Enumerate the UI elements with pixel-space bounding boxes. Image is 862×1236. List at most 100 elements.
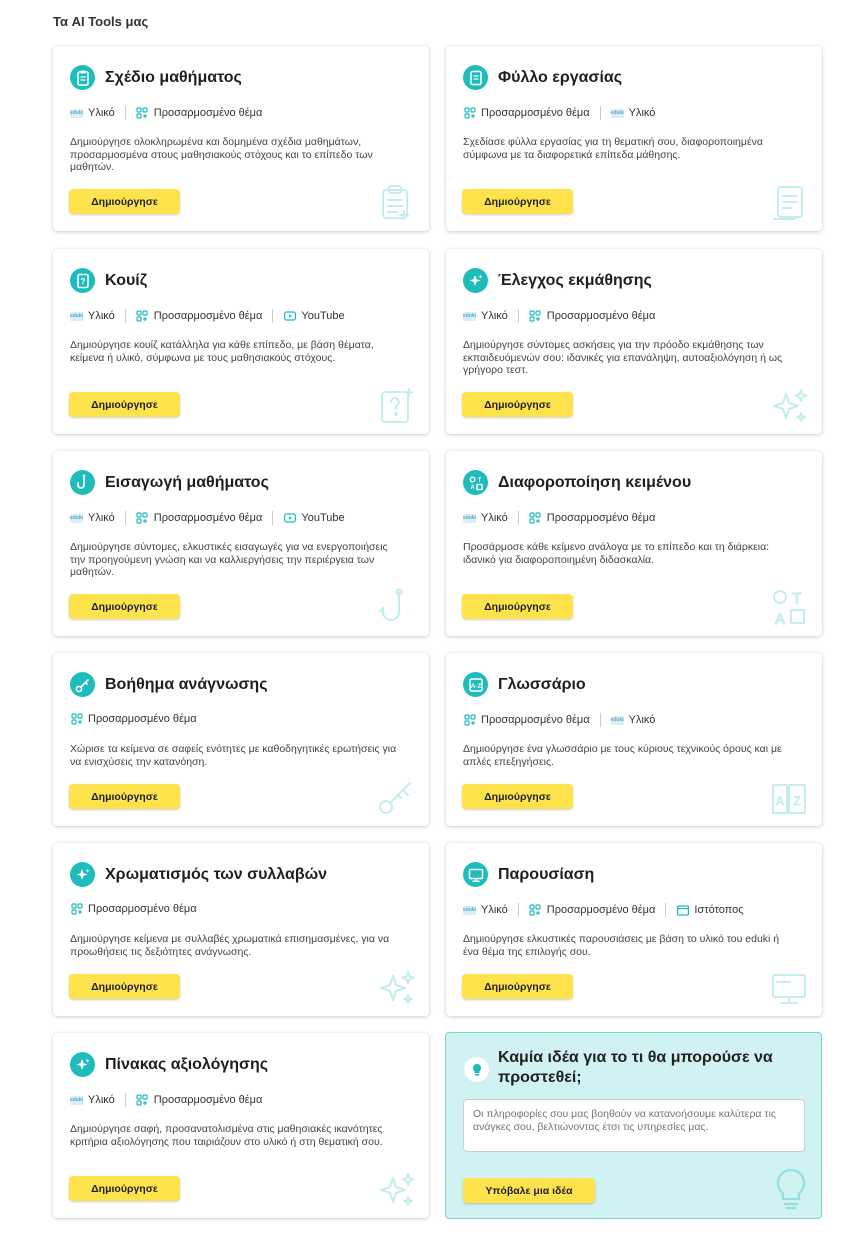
create-button[interactable]: Δημιούργησε	[69, 1176, 180, 1201]
website-tag: Ιστότοπος	[676, 904, 744, 916]
svg-text:A-Z: A-Z	[470, 683, 481, 690]
svg-text:T: T	[792, 590, 801, 607]
create-button[interactable]: Δημιούργησε	[462, 974, 573, 999]
custom-topic-tag: Προσαρμοσμένο θέμα	[463, 107, 590, 119]
custom-topic-icon	[463, 714, 476, 726]
tag-divider	[517, 309, 519, 323]
create-button[interactable]: Δημιούργησε	[462, 189, 573, 214]
submit-idea-button[interactable]: Υπόβαλε μια ιδέα	[463, 1178, 595, 1203]
glossary-icon: A-Z	[463, 672, 488, 697]
monitor-bg-icon	[772, 974, 806, 1004]
tool-card-3: ? Κουίζ eduki Υλικό Προσαρμοσμένο θέμα YouTub…	[53, 249, 429, 434]
tag-list: Προσαρμοσμένο θέμα	[70, 713, 197, 725]
tag-divider	[517, 511, 519, 525]
tag-label: Ιστότοπος	[694, 904, 744, 916]
clipboard-bg-icon	[382, 185, 409, 220]
lightbulb-bg-icon	[776, 1168, 806, 1210]
card-description: Χώρισε τα κείμενα σε σαφείς ενότητες με …	[70, 743, 397, 768]
create-button[interactable]: Δημιούργησε	[69, 784, 180, 809]
card-header: Χρωματισμός των συλλαβών	[70, 862, 327, 887]
card-description: Προσάρμοσε κάθε κείμενο ανάλογα με το επ…	[463, 541, 770, 566]
worksheet-icon	[463, 65, 488, 90]
eduki-icon: eduki	[69, 108, 84, 118]
svg-text:T: T	[477, 478, 481, 484]
create-button[interactable]: Δημιούργησε	[462, 594, 573, 619]
card-header: Έλεγχος εκμάθησης	[463, 268, 652, 293]
card-description: Δημιούργησε κείμενα με συλλαβές χρωματικ…	[70, 933, 390, 958]
card-description: Δημιούργησε ένα γλωσσάριο με τους κύριου…	[463, 743, 782, 768]
create-button[interactable]: Δημιούργησε	[462, 392, 573, 417]
card-header: T A Διαφοροποίηση κειμένου	[463, 470, 691, 495]
svg-text:A: A	[470, 485, 475, 491]
card-title: Έλεγχος εκμάθησης	[498, 271, 652, 289]
custom-topic-tag: Προσαρμοσμένο θέμα	[529, 512, 655, 524]
material-tag: eduki Υλικό	[69, 1094, 115, 1106]
create-button[interactable]: Δημιούργησε	[69, 189, 180, 214]
shapes-icon: TA	[463, 470, 488, 495]
custom-topic-icon	[70, 903, 83, 915]
card-title: Γλωσσάριο	[498, 675, 586, 693]
eduki-icon: eduki	[610, 715, 624, 725]
material-tag: eduki Υλικό	[610, 714, 655, 726]
create-button[interactable]: Δημιούργησε	[69, 594, 180, 619]
material-tag: eduki Υλικό	[610, 107, 656, 119]
hook-bg-icon	[379, 588, 403, 621]
tag-label: Υλικό	[481, 512, 508, 524]
tag-list: eduki Υλικό Προσαρμοσμένο θέμα YouTube	[69, 511, 345, 525]
eduki-icon: eduki	[69, 311, 84, 321]
card-title: Διαφοροποίηση κειμένου	[498, 473, 692, 491]
tag-label: Υλικό	[88, 310, 115, 322]
eduki-icon: eduki	[69, 513, 84, 523]
tool-card-1: Σχέδιο μαθήματος eduki Υλικό Προσαρμοσμένο …	[53, 46, 429, 231]
tool-card-2: Φύλλο εργασίας Προσαρμοσμένο θέμα eduki Υλι…	[446, 46, 822, 231]
idea-input[interactable]	[463, 1099, 805, 1152]
tag-divider	[599, 713, 601, 727]
card-description: Σχεδίασε φύλλα εργασίας για τη θεματική …	[463, 136, 763, 161]
tag-divider	[665, 903, 667, 917]
section-title: Τα AI Tools μας	[53, 14, 149, 29]
svg-text:?: ?	[80, 277, 85, 286]
card-title: Κουίζ	[105, 271, 148, 289]
card-header: Σχέδιο μαθήματος	[70, 65, 242, 90]
custom-topic-tag: Προσαρμοσμένο θέμα	[463, 714, 590, 726]
card-title: Φύλλο εργασίας	[498, 68, 623, 86]
svg-text:A: A	[776, 794, 784, 808]
tag-divider	[124, 106, 126, 120]
tag-label: YouTube	[301, 512, 345, 524]
custom-topic-icon	[136, 107, 149, 119]
tag-label: Υλικό	[88, 107, 115, 119]
custom-topic-tag: Προσαρμοσμένο θέμα	[136, 107, 263, 119]
tag-divider	[517, 903, 519, 917]
card-header: Φύλλο εργασίας	[463, 65, 622, 90]
eduki-icon: eduki	[462, 513, 477, 523]
tag-label: Προσαρμοσμένο θέμα	[153, 1094, 263, 1106]
tag-list: eduki Υλικό Προσαρμοσμένο θέμα YouTube	[69, 309, 345, 323]
youtube-tag: YouTube	[283, 512, 345, 524]
custom-topic-tag: Προσαρμοσμένο θέμα	[529, 310, 655, 322]
sparkle-bg-icon	[773, 389, 808, 422]
card-title: Βοήθημα ανάγνωσης	[105, 675, 268, 693]
tag-label: Προσαρμοσμένο θέμα	[153, 310, 263, 322]
card-header: Βοήθημα ανάγνωσης	[70, 672, 268, 697]
tag-label: Προσαρμοσμένο θέμα	[88, 903, 197, 915]
custom-topic-icon	[529, 512, 542, 524]
tag-label: Προσαρμοσμένο θέμα	[481, 107, 590, 119]
sparkle-icon	[70, 862, 95, 887]
quiz-bg-icon	[381, 388, 414, 423]
card-description: Δημιούργησε σαφή, προσανατολισμένα στις …	[70, 1123, 383, 1148]
card-header: Εισαγωγή μαθήματος	[70, 470, 269, 495]
tag-label: Υλικό	[628, 107, 656, 119]
tool-card-4: Έλεγχος εκμάθησης eduki Υλικό Προσαρμοσμένο…	[446, 249, 822, 434]
create-button[interactable]: Δημιούργησε	[69, 974, 180, 999]
glossary-bg-icon: AZ	[772, 784, 806, 814]
create-button[interactable]: Δημιούργησε	[69, 392, 180, 417]
material-tag: eduki Υλικό	[462, 310, 508, 322]
youtube-icon	[283, 310, 296, 322]
tool-card-10: Παρουσίαση eduki Υλικό Προσαρμοσμένο θέμα Ισ…	[446, 843, 822, 1016]
tag-label: Υλικό	[88, 512, 115, 524]
card-title: Χρωματισμός των συλλαβών	[105, 865, 327, 883]
tag-list: eduki Υλικό Προσαρμοσμένο θέμα	[69, 1093, 263, 1107]
tag-label: Προσαρμοσμένο θέμα	[481, 714, 590, 726]
tag-label: Προσαρμοσμένο θέμα	[153, 107, 263, 119]
create-button[interactable]: Δημιούργησε	[462, 784, 573, 809]
